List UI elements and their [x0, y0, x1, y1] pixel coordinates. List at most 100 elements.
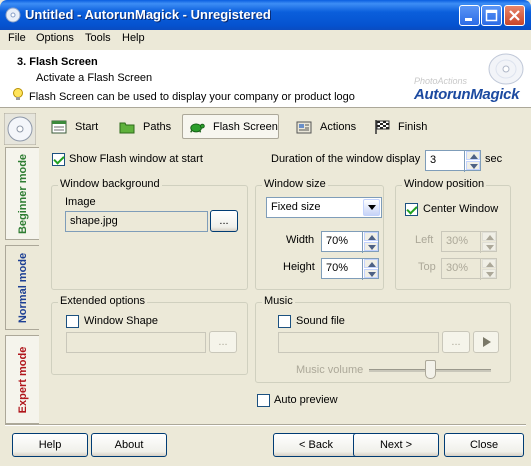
spin-down-icon[interactable] — [364, 242, 378, 251]
top-spinner[interactable] — [480, 259, 496, 280]
height-field[interactable]: 70% — [321, 258, 379, 280]
tab-flash-screen-label: Flash Screen — [213, 121, 278, 133]
music-volume-slider[interactable] — [425, 360, 436, 379]
top-field[interactable]: 30% — [441, 258, 497, 280]
tab-flash-screen[interactable]: Flash Screen — [182, 114, 279, 139]
window-size-title: Window size — [262, 178, 328, 190]
spin-up-icon[interactable] — [466, 151, 480, 160]
tab-finish[interactable]: Finish — [367, 114, 429, 139]
extended-options-group: Extended options Window Shape ... — [51, 295, 248, 375]
spin-up-icon[interactable] — [482, 259, 496, 268]
window-size-group: Window size Fixed size Width 70% Height … — [255, 178, 384, 290]
app-window: Untitled - AutorunMagick - Unregistered … — [0, 0, 531, 466]
window-position-title: Window position — [402, 178, 487, 190]
show-flash-label: Show Flash window at start — [69, 153, 203, 165]
spin-up-icon[interactable] — [364, 232, 378, 241]
music-group: Music Sound file ... Music volume — [255, 295, 511, 383]
window-shape-label: Window Shape — [84, 315, 158, 327]
sound-file-label: Sound file — [296, 315, 345, 327]
show-flash-checkbox[interactable] — [52, 153, 65, 166]
sound-file-checkbox[interactable] — [278, 315, 291, 328]
duration-field[interactable]: 3 — [425, 150, 481, 172]
spin-down-icon[interactable] — [466, 161, 480, 170]
spin-up-icon[interactable] — [482, 232, 496, 241]
spin-down-icon[interactable] — [364, 269, 378, 278]
back-button[interactable]: < Back — [273, 433, 359, 457]
title-bar[interactable]: Untitled - AutorunMagick - Unregistered — [0, 0, 531, 30]
height-value: 70% — [326, 262, 349, 274]
mode-tab-beginner[interactable]: Beginner mode — [5, 147, 39, 240]
window-background-group: Window background Image shape.jpg ... — [51, 178, 248, 290]
width-spinner[interactable] — [362, 232, 378, 253]
cd-icon — [4, 113, 36, 145]
top-value: 30% — [446, 262, 469, 274]
image-browse-button[interactable]: ... — [210, 210, 238, 232]
minimize-icon — [465, 18, 472, 21]
close-window-button[interactable] — [504, 5, 525, 26]
logo-tagline: PhotoActions — [414, 76, 468, 86]
tab-paths-label: Paths — [143, 121, 172, 133]
menu-bar: File Options Tools Help — [0, 30, 531, 48]
width-value: 70% — [326, 235, 349, 247]
window-title: Untitled - AutorunMagick - Unregistered — [25, 7, 271, 22]
play-button[interactable] — [473, 331, 499, 353]
tab-actions[interactable]: Actions — [289, 114, 359, 139]
folder-icon — [119, 122, 135, 134]
turtle-icon — [190, 123, 205, 133]
logo-text: AutorunMagick — [414, 86, 520, 103]
spin-down-icon[interactable] — [482, 242, 496, 251]
maximize-icon — [485, 9, 498, 22]
minimize-button[interactable] — [459, 5, 480, 26]
auto-preview-checkbox[interactable] — [257, 394, 270, 407]
left-field[interactable]: 30% — [441, 231, 497, 253]
about-button[interactable]: About — [91, 433, 167, 457]
image-label: Image — [65, 196, 96, 208]
menu-options[interactable]: Options — [36, 32, 74, 44]
window-shape-browse-button[interactable]: ... — [209, 331, 237, 353]
duration-spinner[interactable] — [464, 151, 480, 172]
mode-label-beginner: Beginner mode — [16, 153, 29, 234]
mode-tab-normal[interactable]: Normal mode — [5, 245, 39, 330]
window-shape-field[interactable] — [66, 332, 206, 353]
mode-label-expert: Expert mode — [16, 346, 29, 413]
next-button[interactable]: Next > — [353, 433, 439, 457]
spin-down-icon[interactable] — [482, 269, 496, 278]
window-background-title: Window background — [58, 178, 162, 190]
tab-start[interactable]: Start — [44, 114, 106, 139]
width-label: Width — [286, 234, 315, 246]
height-spinner[interactable] — [362, 259, 378, 280]
tab-finish-label: Finish — [398, 121, 428, 133]
flash-screen-panel: Show Flash window at start Duration of t… — [40, 142, 519, 422]
sound-file-field[interactable] — [278, 332, 439, 353]
menu-tools[interactable]: Tools — [85, 32, 111, 44]
menu-file[interactable]: File — [8, 32, 26, 44]
image-field[interactable]: shape.jpg — [65, 211, 208, 232]
center-window-checkbox[interactable] — [405, 203, 418, 216]
spin-up-icon[interactable] — [364, 259, 378, 268]
maximize-button[interactable] — [481, 5, 502, 26]
chevron-down-icon[interactable] — [363, 199, 380, 216]
left-spinner[interactable] — [480, 232, 496, 253]
center-window-label: Center Window — [423, 203, 499, 215]
tab-paths[interactable]: Paths — [112, 114, 172, 139]
menu-help[interactable]: Help — [122, 32, 145, 44]
help-button[interactable]: Help — [12, 433, 88, 457]
window-shape-checkbox[interactable] — [66, 315, 79, 328]
close-button[interactable]: Close — [444, 433, 524, 457]
mode-tab-expert[interactable]: Expert mode — [5, 335, 39, 424]
cd-logo-icon — [488, 53, 524, 85]
width-field[interactable]: 70% — [321, 231, 379, 253]
music-title: Music — [262, 295, 295, 307]
size-mode-select[interactable]: Fixed size — [266, 197, 382, 218]
checkered-flag-icon — [375, 120, 390, 134]
left-value: 30% — [446, 235, 469, 247]
auto-preview-label: Auto preview — [274, 394, 338, 406]
lightbulb-icon — [13, 88, 23, 100]
music-volume-label: Music volume — [296, 364, 364, 376]
start-flag-icon — [51, 120, 67, 134]
height-label: Height — [283, 261, 315, 273]
app-cd-icon — [5, 7, 21, 23]
step-subtitle: Activate a Flash Screen — [36, 72, 153, 84]
sound-file-browse-button[interactable]: ... — [442, 331, 470, 353]
duration-unit: sec — [485, 153, 503, 165]
